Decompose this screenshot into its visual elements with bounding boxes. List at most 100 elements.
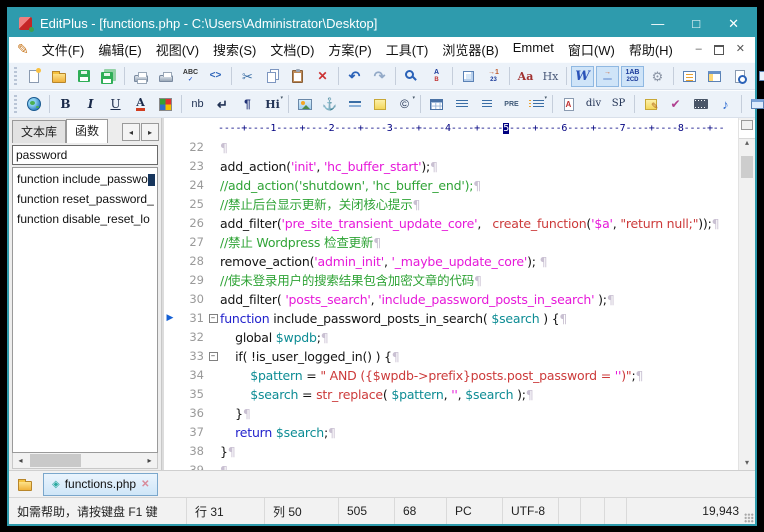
menu-item-0[interactable]: 文件(F) — [35, 37, 92, 62]
tab-scroll-left-button[interactable]: ◂ — [122, 123, 140, 141]
maximize-button[interactable]: □ — [692, 17, 700, 30]
named-anchor-button[interactable] — [557, 94, 580, 115]
horizontal-rule-button[interactable] — [343, 94, 366, 115]
function-list-item[interactable]: function disable_reset_lo — [13, 209, 157, 229]
scroll-right-icon[interactable]: ▸ — [142, 453, 157, 468]
view-in-browser-button[interactable] — [753, 66, 764, 87]
code-line-33[interactable]: 33– if( !is_user_logged_in() ) {¶ — [164, 347, 738, 366]
open-file-button[interactable] — [47, 66, 70, 87]
code-line-34[interactable]: 34 $pattern = " AND ({$wpdb->prefix}post… — [164, 366, 738, 385]
document-selector-button[interactable] — [678, 66, 701, 87]
html-tags-button[interactable]: <> — [204, 66, 227, 87]
list-button[interactable] — [525, 94, 548, 115]
menu-item-6[interactable]: 工具(T) — [379, 37, 436, 62]
word-wrap-button[interactable]: W — [571, 65, 594, 87]
function-list-item[interactable]: function include_passwo — [13, 169, 157, 189]
code-line-24[interactable]: 24 //add_action('shutdown', 'hc_buffer_en… — [164, 176, 738, 195]
div-tag-button[interactable]: div — [582, 94, 605, 115]
color-palette-button[interactable] — [154, 94, 177, 115]
code-line-25[interactable]: 25 //禁止后台显示更新，关闭核心提示 ¶ — [164, 195, 738, 214]
italic-button[interactable]: I — [79, 94, 102, 115]
span-tag-button[interactable]: SP — [607, 94, 630, 115]
code-line-38[interactable]: 38} ¶ — [164, 442, 738, 461]
paragraph-button[interactable]: ¶ — [236, 94, 259, 115]
scroll-thumb[interactable] — [30, 454, 82, 467]
line-break-button[interactable]: ↵ — [211, 94, 234, 115]
code-line-39[interactable]: 39 ¶ — [164, 461, 738, 470]
menu-item-8[interactable]: Emmet — [506, 37, 561, 62]
redo-button[interactable]: ↷ — [368, 66, 391, 87]
replace-button[interactable]: AB — [425, 66, 448, 87]
function-list-item[interactable]: function reset_password_ — [13, 189, 157, 209]
delete-button[interactable]: ✕ — [311, 66, 334, 87]
nbsp-button[interactable]: nb — [186, 94, 209, 115]
copy-button[interactable] — [261, 66, 284, 87]
table-button[interactable] — [425, 94, 448, 115]
mdi-minimize-button[interactable]: – — [696, 44, 702, 55]
audio-button[interactable]: ♪ — [714, 94, 737, 115]
comment-note-button[interactable] — [368, 94, 391, 115]
code-line-22[interactable]: 22 ¶ — [164, 138, 738, 157]
toolbar-drag-handle[interactable] — [14, 95, 17, 113]
code-line-35[interactable]: 35 $search = str_replace( $pattern, '', … — [164, 385, 738, 404]
preferences-button[interactable]: ⚙ — [646, 66, 669, 87]
form-edit-button[interactable] — [639, 94, 662, 115]
sidebar-tab-functions[interactable]: 函数 — [66, 119, 109, 143]
new-file-button[interactable] — [22, 66, 45, 87]
editor-vertical-scrollbar[interactable]: ▴ ▾ — [738, 118, 755, 470]
preformatted-button[interactable]: PRE — [500, 94, 523, 115]
menu-item-4[interactable]: 文档(D) — [263, 37, 321, 62]
close-button[interactable]: ✕ — [728, 17, 739, 30]
code-line-30[interactable]: 30 add_filter( 'posts_search', 'include_p… — [164, 290, 738, 309]
tab-functions-php[interactable]: ◈ functions.php ✕ — [43, 472, 159, 496]
font-button[interactable]: Aa — [514, 66, 537, 87]
fold-collapse-icon[interactable]: – — [208, 352, 218, 361]
media-clip-button[interactable] — [689, 94, 712, 115]
save-button[interactable] — [72, 66, 95, 87]
code-line-31[interactable]: ▶ 31– function include_password_posts_in_s… — [164, 309, 738, 328]
spell-mark-button[interactable]: ✔ — [664, 94, 687, 115]
code-line-28[interactable]: 28 remove_action('admin_init', '_maybe_up… — [164, 252, 738, 271]
resize-grip[interactable] — [744, 513, 754, 523]
menu-item-7[interactable]: 浏览器(B) — [435, 37, 505, 62]
image-button[interactable] — [293, 94, 316, 115]
scroll-down-icon[interactable]: ▾ — [739, 456, 755, 470]
mdi-restore-button[interactable] — [713, 44, 724, 55]
show-indent-button[interactable]: → ══ — [596, 65, 619, 87]
form-field-button[interactable] — [746, 94, 764, 115]
special-char-button[interactable]: © — [393, 94, 416, 115]
fold-column[interactable]: – — [206, 309, 220, 328]
code-line-32[interactable]: 32 global $wpdb; ¶ — [164, 328, 738, 347]
scroll-left-icon[interactable]: ◂ — [13, 453, 28, 468]
code-line-29[interactable]: 29 //使未登录用户的搜索结果包含加密文章的代码 ¶ — [164, 271, 738, 290]
code-area[interactable]: 22 ¶ 23 add_action('init', 'hc_buffer_start… — [164, 138, 738, 470]
underline-button[interactable]: U — [104, 94, 127, 115]
scroll-thumb[interactable] — [741, 156, 753, 178]
tab-close-icon[interactable]: ✕ — [141, 479, 149, 490]
fold-column[interactable]: – — [206, 347, 220, 366]
cut-button[interactable]: ✂ — [236, 66, 259, 87]
save-all-button[interactable] — [97, 66, 120, 87]
file-browser-button[interactable] — [703, 66, 726, 87]
align-left-button[interactable] — [450, 94, 473, 115]
document-selector-button[interactable] — [13, 473, 37, 495]
menu-item-3[interactable]: 搜索(S) — [206, 37, 263, 62]
tab-scroll-right-button[interactable]: ▸ — [141, 123, 159, 141]
scroll-track[interactable] — [28, 453, 142, 468]
center-text-button[interactable] — [475, 94, 498, 115]
undo-button[interactable]: ↶ — [343, 66, 366, 87]
font-color-button[interactable]: A — [129, 94, 152, 115]
mdi-close-button[interactable]: ✕ — [736, 44, 745, 55]
paste-button[interactable] — [286, 66, 309, 87]
code-line-27[interactable]: 27 //禁止 Wordpress 检查更新 ¶ — [164, 233, 738, 252]
code-line-37[interactable]: 37 return $search; ¶ — [164, 423, 738, 442]
find-button[interactable] — [400, 66, 423, 87]
code-line-36[interactable]: 36 } ¶ — [164, 404, 738, 423]
sidebar-tab-cliptext[interactable]: 文本库 — [12, 120, 67, 143]
fold-collapse-icon[interactable]: – — [208, 314, 218, 323]
menu-item-9[interactable]: 窗口(W) — [561, 37, 622, 62]
goto-line-button[interactable]: →1 23 — [482, 66, 505, 87]
cube-button[interactable] — [457, 66, 480, 87]
hex-view-button[interactable]: Hx — [539, 66, 562, 87]
browser-button[interactable] — [22, 94, 45, 115]
